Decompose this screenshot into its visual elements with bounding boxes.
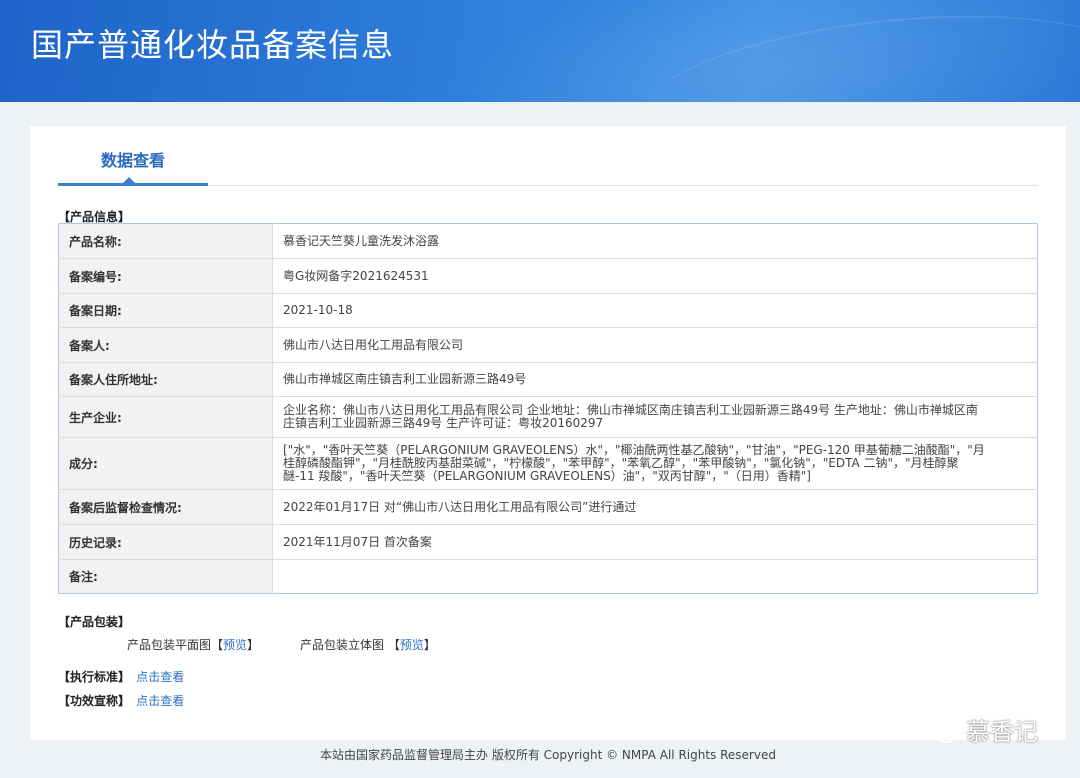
packaging-solid-row: 产品包装立体图 【预览】 [300, 636, 436, 653]
content-panel: 数据查看 【产品信息】 产品名称: 慕香记天竺葵儿童洗发沐浴露 备案编号: 粤G… [30, 126, 1066, 740]
row-label: 备注: [58, 559, 273, 594]
table-row: 备案日期: 2021-10-18 [58, 293, 1038, 328]
table-row: 产品名称: 慕香记天竺葵儿童洗发沐浴露 [58, 223, 1038, 259]
filer-value: 佛山市八达日用化工用品有限公司 [272, 327, 1038, 363]
packaging-flat-row: 产品包装平面图【预览】 [127, 636, 259, 653]
row-label: 备案编号: [58, 258, 273, 294]
filing-date-value: 2021-10-18 [272, 293, 1038, 328]
row-label: 备案人: [58, 327, 273, 363]
row-label: 生产企业: [58, 396, 273, 438]
bracket-open: 【 [211, 638, 224, 652]
filer-address-value: 佛山市禅城区南庄镇吉利工业园新源三路49号 [272, 362, 1038, 397]
manufacturer-value: 企业名称：佛山市八达日用化工用品有限公司 企业地址：佛山市禅城区南庄镇吉利工业园… [272, 396, 1038, 438]
product-name-value: 慕香记天竺葵儿童洗发沐浴露 [283, 233, 440, 248]
bracket-close: 】 [247, 638, 260, 652]
table-row: 生产企业: 企业名称：佛山市八达日用化工用品有限公司 企业地址：佛山市禅城区南庄… [58, 396, 1038, 438]
filing-number-value: 粤G妆网备字2021624531 [272, 258, 1038, 294]
row-label: 历史记录: [58, 524, 273, 560]
wechat-watermark: 慕香记 [920, 712, 1038, 747]
bracket-close: 】 [423, 638, 436, 652]
ingredients-value: ["水"，"香叶天竺葵（PELARGONIUM GRAVEOLENS）水"，"椰… [272, 437, 1038, 490]
standard-view-link[interactable]: 点击查看 [136, 670, 184, 684]
standard-row: 【执行标准】 点击查看 [58, 668, 184, 685]
packaging-flat-label: 产品包装平面图 [127, 638, 212, 652]
product-info-table: 产品名称: 慕香记天竺葵儿童洗发沐浴露 备案编号: 粤G妆网备字20216245… [58, 223, 1038, 594]
tab-active-indicator [58, 183, 208, 186]
footer-copyright: 本站由国家药品监督管理局主办 版权所有 Copyright © NMPA All… [320, 748, 776, 762]
remarks-value [272, 559, 1038, 594]
efficacy-label: 【功效宣称】 [58, 694, 131, 708]
row-label: 成分: [58, 437, 273, 490]
preview-flat-link[interactable]: 预览 [223, 638, 247, 652]
packaging-section-title: 【产品包装】 [58, 615, 131, 629]
table-row: 备案人住所地址: 佛山市禅城区南庄镇吉利工业园新源三路49号 [58, 362, 1038, 397]
history-value: 2021年11月07日 首次备案 [272, 524, 1038, 560]
table-row: 备案编号: 粤G妆网备字2021624531 [58, 258, 1038, 294]
table-row: 备案后监督检查情况: 2022年01月17日 对“佛山市八达日用化工用品有限公司… [58, 489, 1038, 525]
row-label: 备案日期: [58, 293, 273, 328]
preview-solid-link[interactable]: 预览 [400, 638, 424, 652]
table-row: 备注: [58, 559, 1038, 594]
efficacy-view-link[interactable]: 点击查看 [136, 694, 184, 708]
table-row: 成分: ["水"，"香叶天竺葵（PELARGONIUM GRAVEOLENS）水… [58, 437, 1038, 490]
wechat-icon [922, 716, 957, 743]
tab-caret-icon [123, 177, 135, 183]
bracket-open: 【 [387, 638, 400, 652]
watermark-text: 慕香记 [966, 718, 1038, 746]
packaging-solid-label: 产品包装立体图 [300, 638, 385, 652]
efficacy-row: 【功效宣称】 点击查看 [58, 692, 184, 709]
header-banner: 国产普通化妆品备案信息 [0, 0, 1080, 102]
table-row: 备案人: 佛山市八达日用化工用品有限公司 [58, 327, 1038, 363]
inspection-value: 2022年01月17日 对“佛山市八达日用化工用品有限公司”进行通过 [272, 489, 1038, 525]
table-row: 历史记录: 2021年11月07日 首次备案 [58, 524, 1038, 560]
row-label: 产品名称: [58, 223, 273, 259]
row-label: 备案人住所地址: [58, 362, 273, 397]
standard-label: 【执行标准】 [58, 670, 131, 684]
page-title: 国产普通化妆品备案信息 [31, 26, 395, 64]
row-label: 备案后监督检查情况: [58, 489, 273, 525]
